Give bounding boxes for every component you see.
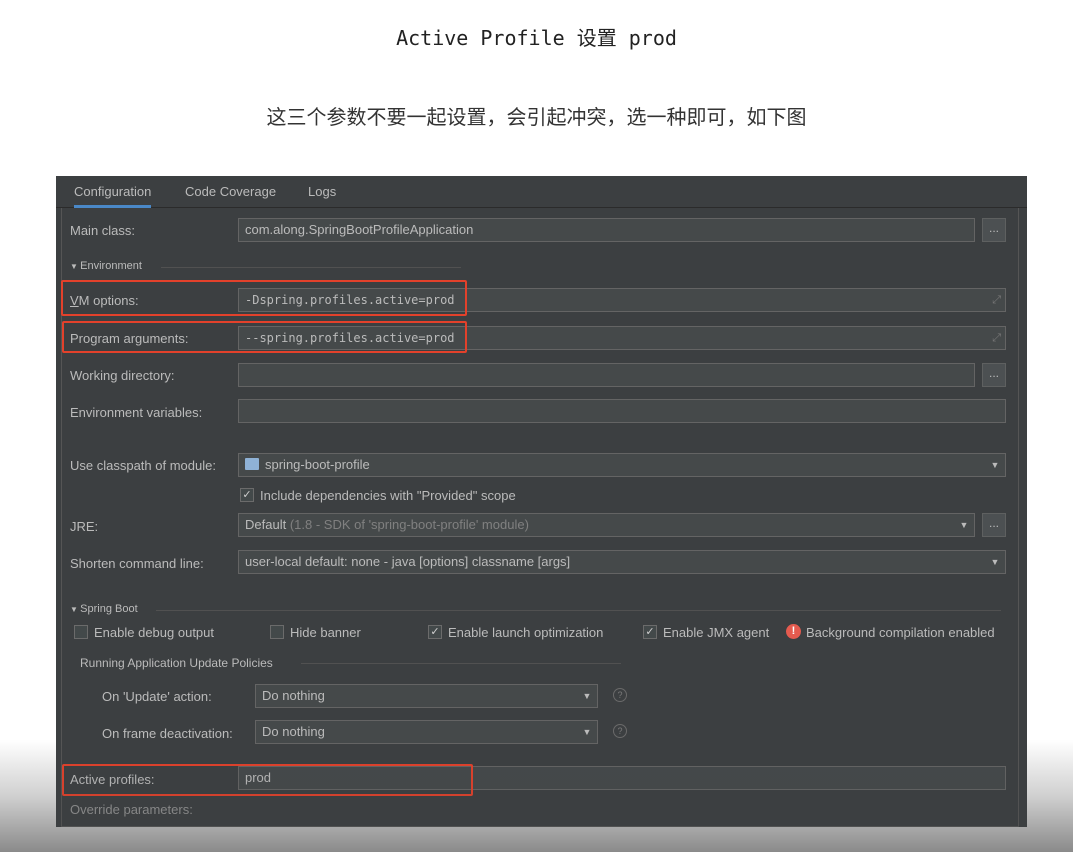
main-class-label: Main class:	[70, 223, 136, 238]
update-policies-label: Running Application Update Policies	[80, 656, 273, 670]
spring-boot-section-toggle[interactable]: ▼ Spring Boot	[70, 603, 138, 615]
on-frame-deactivation-label: On frame deactivation:	[102, 726, 233, 741]
shorten-command-line-label: Shorten command line:	[70, 556, 204, 571]
shorten-command-line-value: user-local default: none - java [options…	[245, 554, 571, 569]
tab-bar: Configuration Code Coverage Logs	[56, 176, 1027, 208]
environment-section-label: Environment	[80, 260, 142, 272]
main-class-field[interactable]: com.along.SpringBootProfileApplication	[238, 218, 975, 242]
article-subtext: 这三个参数不要一起设置，会引起冲突，选一种即可，如下图	[266, 105, 807, 129]
background-compilation-label: Background compilation enabled	[806, 625, 995, 640]
main-class-browse-button[interactable]: ...	[982, 218, 1006, 242]
enable-debug-output-checkbox[interactable]	[74, 625, 88, 639]
enable-launch-optimization-label: Enable launch optimization	[448, 625, 604, 640]
warning-icon: !	[786, 624, 801, 639]
hide-banner-checkbox[interactable]	[270, 625, 284, 639]
chevron-down-icon[interactable]: ▼	[985, 454, 1005, 476]
chevron-down-icon[interactable]: ▼	[954, 514, 974, 536]
on-frame-deactivation-dropdown[interactable]: Do nothing ▼	[255, 720, 598, 744]
help-icon[interactable]: ?	[613, 688, 627, 702]
tab-configuration[interactable]: Configuration	[74, 176, 152, 208]
run-configuration-screenshot: Configuration Code Coverage Logs Main cl…	[56, 176, 1027, 827]
triangle-down-icon: ▼	[70, 605, 81, 614]
on-update-action-dropdown[interactable]: Do nothing ▼	[255, 684, 598, 708]
jre-dropdown[interactable]: Default (1.8 - SDK of 'spring-boot-profi…	[238, 513, 975, 537]
classpath-dropdown[interactable]: spring-boot-profile ▼	[238, 453, 1006, 477]
environment-divider	[161, 267, 461, 268]
on-update-action-value: Do nothing	[262, 688, 325, 703]
chevron-down-icon[interactable]: ▼	[985, 551, 1005, 573]
jre-value: Default	[245, 517, 287, 532]
module-folder-icon	[245, 458, 259, 470]
tab-logs[interactable]: Logs	[308, 176, 336, 208]
enable-launch-optimization-checkbox[interactable]: ✓	[428, 625, 442, 639]
include-dependencies-checkbox[interactable]: ✓	[240, 488, 254, 502]
expand-icon[interactable]: ⤢	[992, 327, 1001, 349]
override-parameters-label: Override parameters:	[70, 802, 193, 817]
environment-variables-label: Environment variables:	[70, 405, 203, 420]
expand-icon[interactable]: ⤢	[992, 289, 1001, 311]
enable-debug-output-label: Enable debug output	[94, 625, 214, 640]
vm-options-highlight	[61, 280, 467, 316]
active-profiles-highlight	[62, 764, 473, 796]
chevron-down-icon[interactable]: ▼	[577, 685, 597, 707]
article-heading: Active Profile 设置 prod	[396, 26, 677, 50]
shorten-command-line-dropdown[interactable]: user-local default: none - java [options…	[238, 550, 1006, 574]
tab-code-coverage[interactable]: Code Coverage	[185, 176, 276, 208]
classpath-value: spring-boot-profile	[265, 457, 370, 472]
on-update-action-label: On 'Update' action:	[102, 689, 212, 704]
include-dependencies-label: Include dependencies with "Provided" sco…	[260, 488, 516, 503]
jre-label: JRE:	[70, 519, 99, 534]
enable-jmx-agent-label: Enable JMX agent	[663, 625, 770, 640]
jre-browse-button[interactable]: ...	[982, 513, 1006, 537]
spring-boot-divider	[156, 610, 1001, 611]
environment-section-toggle[interactable]: ▼ Environment	[70, 260, 142, 272]
triangle-down-icon: ▼	[70, 262, 81, 271]
environment-variables-field[interactable]	[238, 399, 1006, 423]
chevron-down-icon[interactable]: ▼	[577, 721, 597, 743]
enable-jmx-agent-checkbox[interactable]: ✓	[643, 625, 657, 639]
help-icon[interactable]: ?	[613, 724, 627, 738]
working-directory-browse-button[interactable]: ...	[982, 363, 1006, 387]
working-directory-label: Working directory:	[70, 368, 175, 383]
update-policies-divider	[301, 663, 621, 664]
classpath-label: Use classpath of module:	[70, 458, 216, 473]
jre-detail: (1.8 - SDK of 'spring-boot-profile' modu…	[289, 517, 529, 532]
hide-banner-label: Hide banner	[290, 625, 361, 640]
on-frame-deactivation-value: Do nothing	[262, 724, 325, 739]
spring-boot-section-label: Spring Boot	[80, 603, 138, 615]
working-directory-field[interactable]	[238, 363, 975, 387]
program-arguments-highlight	[62, 321, 467, 353]
